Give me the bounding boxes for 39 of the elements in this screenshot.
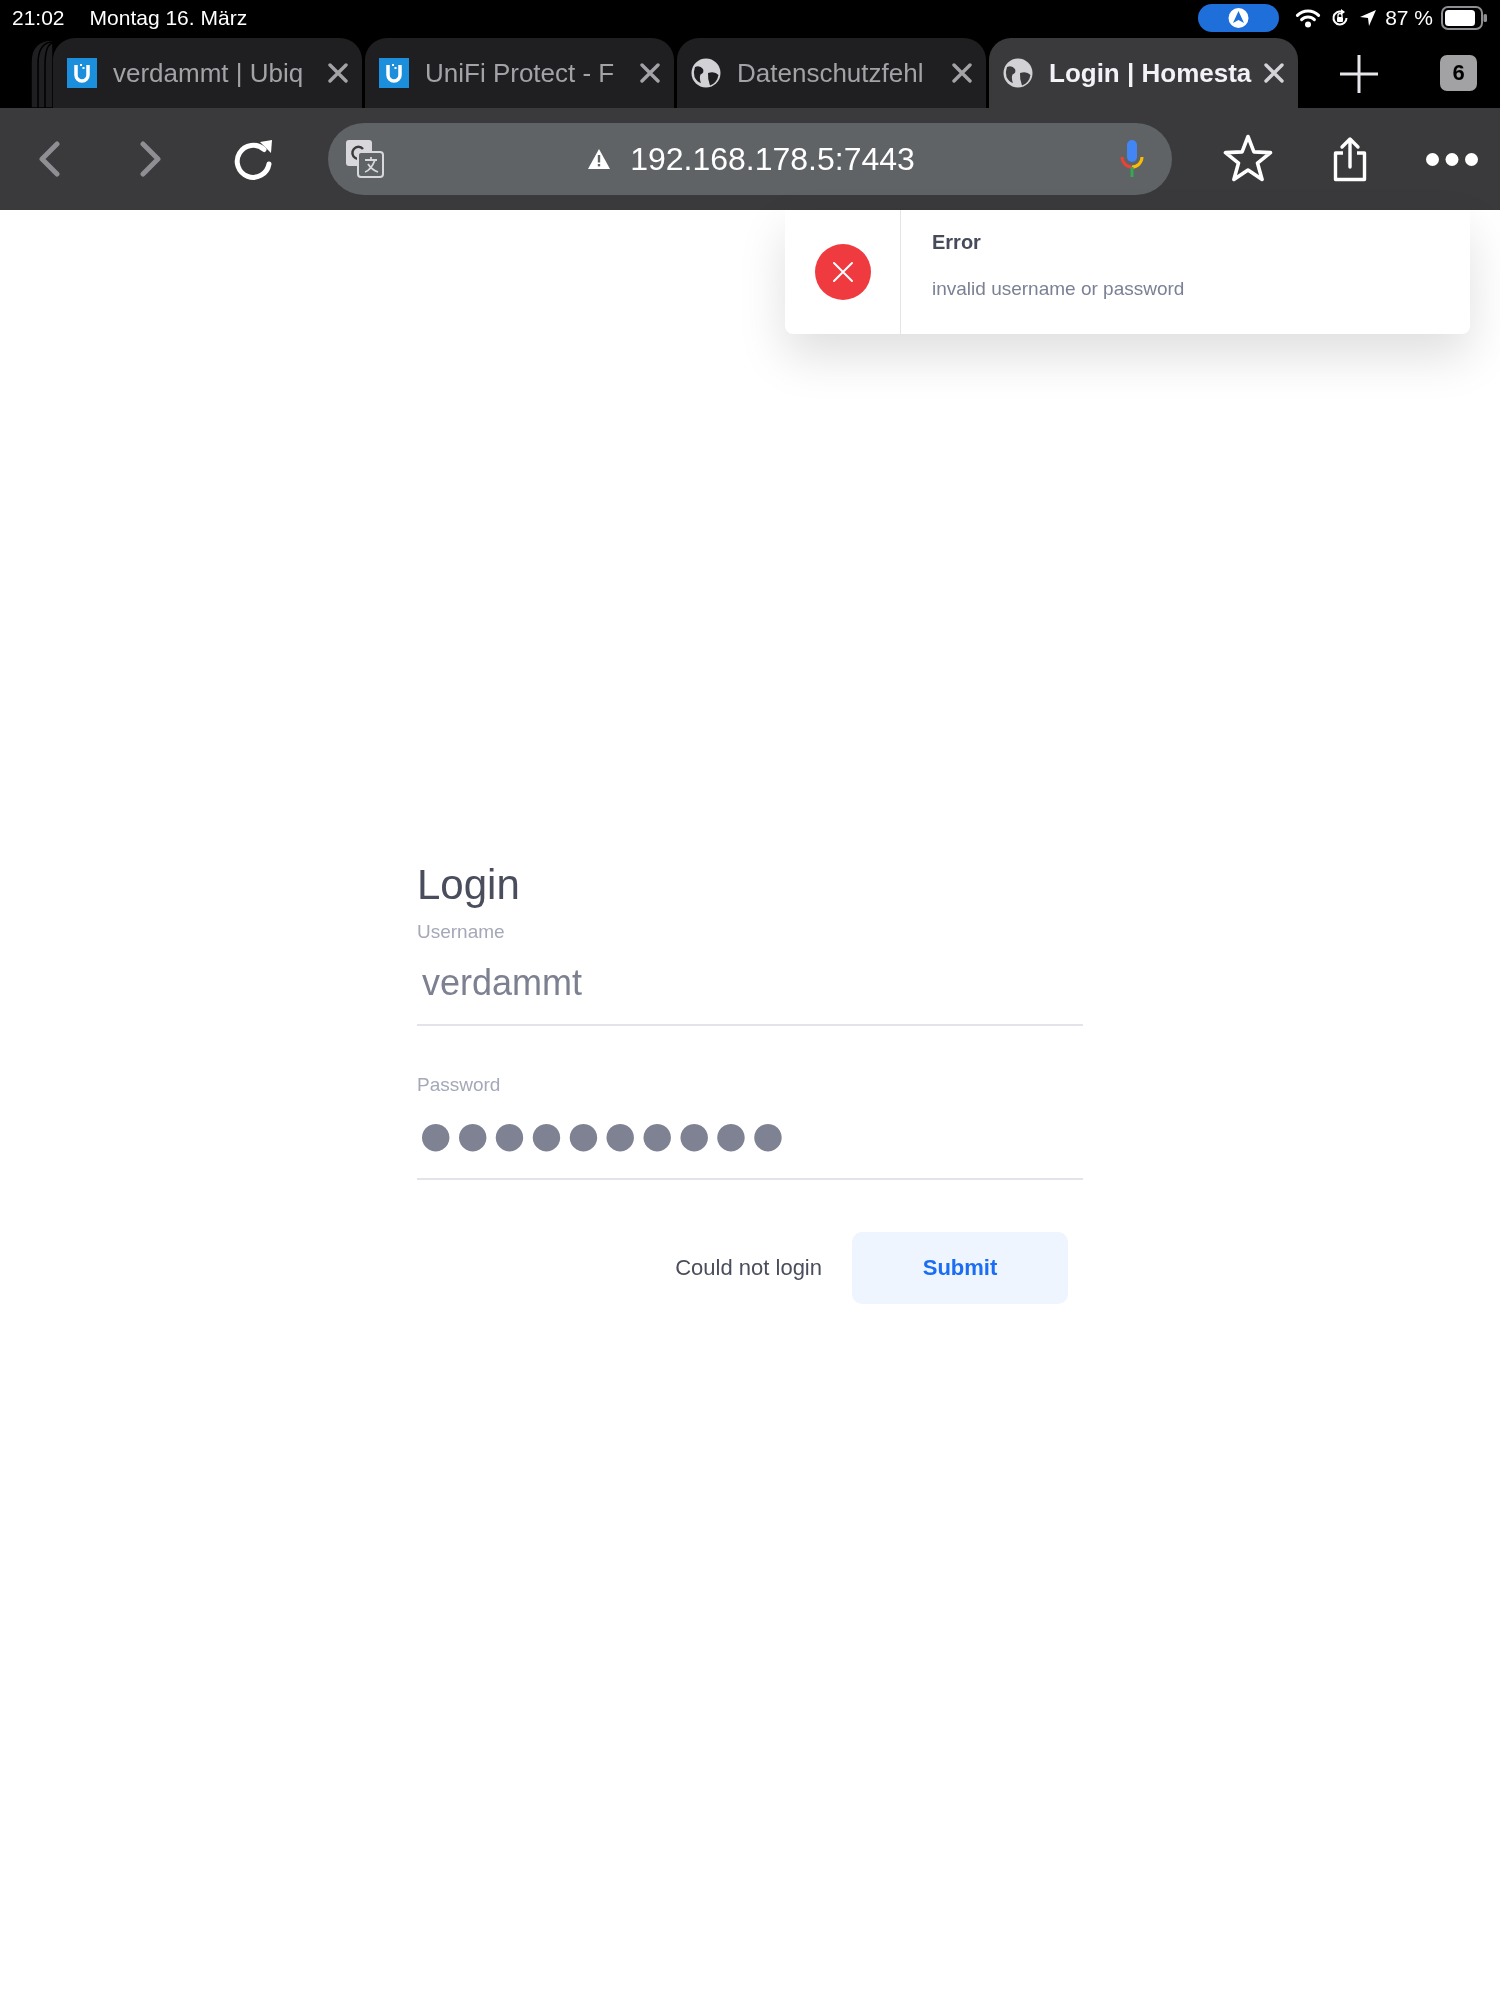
status-time: 21:02 [12,6,65,30]
browser-tab[interactable]: Datenschutzfehl [677,38,986,108]
field-label: Username [417,920,506,944]
warning-icon[interactable] [588,149,611,169]
location-arrow-icon [1360,10,1377,26]
more-icon[interactable] [1426,152,1478,166]
close-icon[interactable] [1264,63,1284,83]
status-date: Montag 16. März [89,6,248,30]
login-title: Login [417,860,521,910]
toast-message: invalid username or password [932,277,1185,301]
globe-icon [1003,58,1033,88]
rotation-lock-icon [1331,9,1350,27]
text-field[interactable]: verdammt [417,944,1083,1026]
close-icon[interactable] [952,63,972,83]
globe-icon [691,58,721,88]
share-icon[interactable] [1332,136,1368,182]
browser-tab[interactable]: Login | Homesta [989,38,1298,108]
battery-percentage: 87 % [1385,6,1433,30]
login-status-message: Could not login [675,1255,822,1281]
toast-title: Error [932,230,982,254]
close-icon[interactable] [328,63,348,83]
wifi-icon [1295,8,1322,28]
navigation-pill-icon[interactable] [1198,4,1280,32]
submit-button[interactable]: Submit [852,1232,1068,1304]
app-logo-icon [379,58,409,88]
translate-icon[interactable] [346,140,384,178]
tab-count-button[interactable]: 6 [1440,55,1477,91]
x-circle-icon [814,244,871,300]
star-icon[interactable] [1222,134,1274,184]
password-field[interactable]: ●●●●●●●●●● [417,1097,1083,1180]
plus-icon[interactable] [1339,54,1379,94]
field-label: Password [417,1073,502,1097]
browser-tab[interactable]: UniFi Protect - F [365,38,674,108]
close-icon[interactable] [640,63,660,83]
tab-stack-drawing [30,38,53,108]
battery-icon [1441,6,1487,30]
address-bar[interactable]: 192.168.178.5:7443 [328,123,1172,195]
app-logo-icon [67,58,97,88]
microphone-icon[interactable] [1119,140,1145,178]
